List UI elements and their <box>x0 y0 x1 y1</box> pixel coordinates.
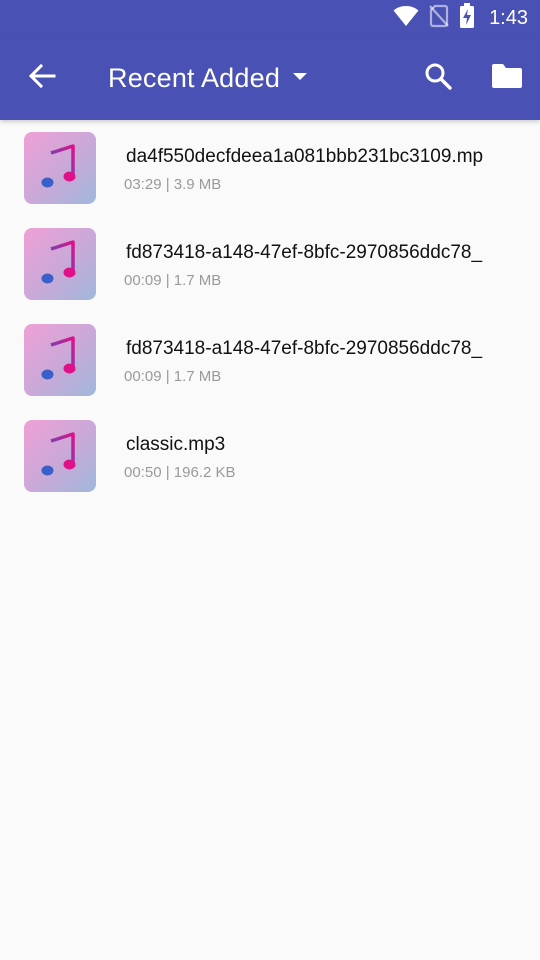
search-icon <box>424 62 452 95</box>
file-name: da4f550decfdeea1a081bbb231bc3109.mp <box>126 146 484 167</box>
folder-icon <box>491 63 523 94</box>
list-item[interactable]: fd873418-a148-47ef-8bfc-2970856ddc78_ 00… <box>0 312 540 408</box>
folder-button[interactable] <box>483 54 531 102</box>
file-name: fd873418-a148-47ef-8bfc-2970856ddc78_ <box>126 242 483 263</box>
app-bar: Recent Added <box>0 36 540 120</box>
list-item[interactable]: fd873418-a148-47ef-8bfc-2970856ddc78_ 00… <box>0 216 540 312</box>
music-note-icon <box>40 239 80 290</box>
status-icons: 1:43 <box>393 0 528 36</box>
file-thumbnail <box>24 420 96 492</box>
file-meta: 00:09 | 1.7 MB <box>124 368 222 385</box>
file-meta: 00:50 | 196.2 KB <box>124 464 236 481</box>
list-item[interactable]: classic.mp3 00:50 | 196.2 KB <box>0 408 540 504</box>
file-name: fd873418-a148-47ef-8bfc-2970856ddc78_ <box>126 338 483 359</box>
search-button[interactable] <box>414 54 462 102</box>
dropdown-arrow-icon <box>292 69 308 87</box>
back-button[interactable] <box>18 54 66 102</box>
file-meta: 00:09 | 1.7 MB <box>124 272 222 289</box>
music-note-icon <box>40 143 80 194</box>
back-arrow-icon <box>28 62 56 95</box>
file-thumbnail <box>24 228 96 300</box>
music-note-icon <box>40 431 80 482</box>
wifi-icon <box>393 5 419 32</box>
title-dropdown[interactable]: Recent Added <box>108 36 308 120</box>
file-name: classic.mp3 <box>126 434 226 455</box>
page-title: Recent Added <box>108 62 281 93</box>
file-thumbnail <box>24 132 96 204</box>
list-item[interactable]: da4f550decfdeea1a081bbb231bc3109.mp 03:2… <box>0 120 540 216</box>
music-note-icon <box>40 335 80 386</box>
no-sim-icon <box>429 4 449 33</box>
battery-charging-icon <box>459 2 475 34</box>
file-thumbnail <box>24 324 96 396</box>
status-bar: 1:43 <box>0 0 540 36</box>
file-list: da4f550decfdeea1a081bbb231bc3109.mp 03:2… <box>0 120 540 504</box>
file-meta: 03:29 | 3.9 MB <box>124 176 222 193</box>
status-time: 1:43 <box>489 6 528 29</box>
